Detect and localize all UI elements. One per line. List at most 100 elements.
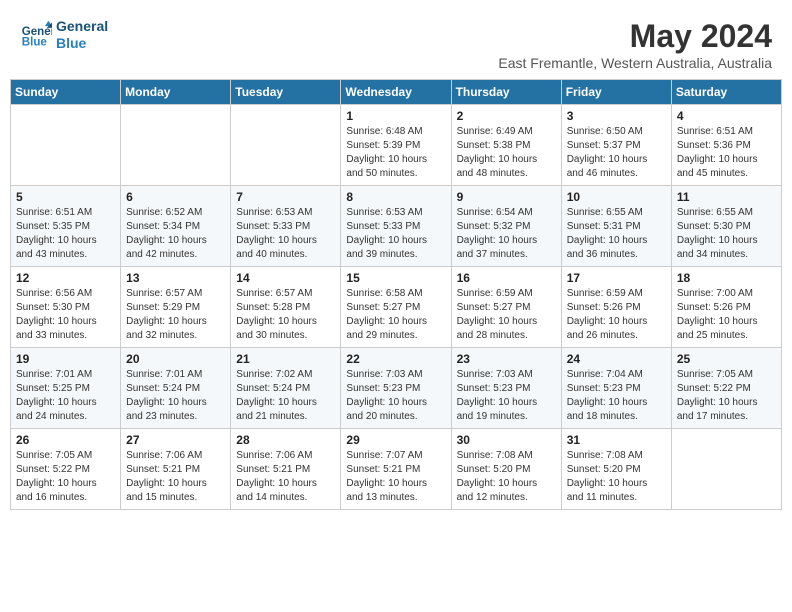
calendar-day-cell: 26 Sunrise: 7:05 AM Sunset: 5:22 PM Dayli… (11, 429, 121, 510)
logo: General Blue General Blue (20, 18, 108, 52)
day-number: 27 (126, 433, 225, 447)
calendar-day-cell (11, 105, 121, 186)
calendar-day-cell: 3Sunrise: 6:50 AM Sunset: 5:37 PM Daylig… (561, 105, 671, 186)
calendar-day-cell: 2 Sunrise: 6:49 AM Sunset: 5:38 PM Daylig… (451, 105, 561, 186)
day-number: 13 (126, 271, 225, 285)
calendar-day-cell: 24 Sunrise: 7:04 AM Sunset: 5:23 PM Dayli… (561, 348, 671, 429)
logo-icon: General Blue (20, 19, 52, 51)
calendar-day-cell: 29Sunrise: 7:07 AM Sunset: 5:21 PM Dayli… (341, 429, 451, 510)
weekday-header-cell: Saturday (671, 80, 781, 105)
calendar-day-cell (671, 429, 781, 510)
day-number: 3 (567, 109, 666, 123)
day-info: Sunrise: 7:06 AM Sunset: 5:21 PM Dayligh… (236, 449, 335, 505)
weekday-header-cell: Thursday (451, 80, 561, 105)
day-number: 19 (16, 352, 115, 366)
calendar-day-cell: 30 Sunrise: 7:08 AM Sunset: 5:20 PM Dayli… (451, 429, 561, 510)
day-info: Sunrise: 7:04 AM Sunset: 5:23 PM Dayligh… (567, 368, 666, 424)
day-info: Sunrise: 7:01 AM Sunset: 5:25 PM Dayligh… (16, 368, 115, 424)
day-number: 6 (126, 190, 225, 204)
title-area: May 2024 East Fremantle, Western Austral… (498, 18, 772, 71)
calendar-day-cell: 14Sunrise: 6:57 AM Sunset: 5:28 PM Dayli… (231, 267, 341, 348)
calendar-day-cell: 11 Sunrise: 6:55 AM Sunset: 5:30 PM Dayli… (671, 186, 781, 267)
day-number: 4 (677, 109, 776, 123)
day-info: Sunrise: 6:48 AM Sunset: 5:39 PM Dayligh… (346, 125, 445, 181)
calendar-day-cell: 19 Sunrise: 7:01 AM Sunset: 5:25 PM Dayli… (11, 348, 121, 429)
day-info: Sunrise: 6:57 AM Sunset: 5:28 PM Dayligh… (236, 287, 335, 343)
day-info: Sunrise: 6:49 AM Sunset: 5:38 PM Dayligh… (457, 125, 556, 181)
calendar-week-row: 19 Sunrise: 7:01 AM Sunset: 5:25 PM Dayli… (11, 348, 782, 429)
calendar-week-row: 5Sunrise: 6:51 AM Sunset: 5:35 PM Daylig… (11, 186, 782, 267)
location-title: East Fremantle, Western Australia, Austr… (498, 55, 772, 71)
calendar-day-cell: 1Sunrise: 6:48 AM Sunset: 5:39 PM Daylig… (341, 105, 451, 186)
calendar-day-cell: 17Sunrise: 6:59 AM Sunset: 5:26 PM Dayli… (561, 267, 671, 348)
day-number: 31 (567, 433, 666, 447)
calendar-week-row: 26 Sunrise: 7:05 AM Sunset: 5:22 PM Dayli… (11, 429, 782, 510)
day-info: Sunrise: 6:56 AM Sunset: 5:30 PM Dayligh… (16, 287, 115, 343)
day-info: Sunrise: 7:08 AM Sunset: 5:20 PM Dayligh… (457, 449, 556, 505)
calendar-day-cell: 15Sunrise: 6:58 AM Sunset: 5:27 PM Dayli… (341, 267, 451, 348)
day-number: 11 (677, 190, 776, 204)
day-number: 30 (457, 433, 556, 447)
weekday-header-cell: Wednesday (341, 80, 451, 105)
day-info: Sunrise: 6:55 AM Sunset: 5:30 PM Dayligh… (677, 206, 776, 262)
day-info: Sunrise: 6:59 AM Sunset: 5:27 PM Dayligh… (457, 287, 556, 343)
day-info: Sunrise: 7:03 AM Sunset: 5:23 PM Dayligh… (346, 368, 445, 424)
calendar-table: SundayMondayTuesdayWednesdayThursdayFrid… (10, 79, 782, 510)
calendar-day-cell: 22Sunrise: 7:03 AM Sunset: 5:23 PM Dayli… (341, 348, 451, 429)
calendar-day-cell: 20 Sunrise: 7:01 AM Sunset: 5:24 PM Dayli… (121, 348, 231, 429)
day-number: 23 (457, 352, 556, 366)
day-number: 15 (346, 271, 445, 285)
month-title: May 2024 (498, 18, 772, 55)
svg-text:Blue: Blue (22, 36, 48, 48)
weekday-header-cell: Friday (561, 80, 671, 105)
calendar-day-cell: 25Sunrise: 7:05 AM Sunset: 5:22 PM Dayli… (671, 348, 781, 429)
day-number: 16 (457, 271, 556, 285)
calendar-day-cell: 8Sunrise: 6:53 AM Sunset: 5:33 PM Daylig… (341, 186, 451, 267)
calendar-day-cell: 13 Sunrise: 6:57 AM Sunset: 5:29 PM Dayli… (121, 267, 231, 348)
calendar-day-cell: 28Sunrise: 7:06 AM Sunset: 5:21 PM Dayli… (231, 429, 341, 510)
calendar-day-cell: 10 Sunrise: 6:55 AM Sunset: 5:31 PM Dayli… (561, 186, 671, 267)
day-info: Sunrise: 7:07 AM Sunset: 5:21 PM Dayligh… (346, 449, 445, 505)
day-info: Sunrise: 6:53 AM Sunset: 5:33 PM Dayligh… (236, 206, 335, 262)
day-info: Sunrise: 7:00 AM Sunset: 5:26 PM Dayligh… (677, 287, 776, 343)
calendar-day-cell: 23 Sunrise: 7:03 AM Sunset: 5:23 PM Dayli… (451, 348, 561, 429)
day-info: Sunrise: 6:55 AM Sunset: 5:31 PM Dayligh… (567, 206, 666, 262)
day-info: Sunrise: 6:51 AM Sunset: 5:36 PM Dayligh… (677, 125, 776, 181)
day-number: 9 (457, 190, 556, 204)
day-info: Sunrise: 6:57 AM Sunset: 5:29 PM Dayligh… (126, 287, 225, 343)
day-number: 2 (457, 109, 556, 123)
calendar-day-cell: 27 Sunrise: 7:06 AM Sunset: 5:21 PM Dayli… (121, 429, 231, 510)
day-number: 20 (126, 352, 225, 366)
calendar-day-cell: 6 Sunrise: 6:52 AM Sunset: 5:34 PM Daylig… (121, 186, 231, 267)
day-number: 25 (677, 352, 776, 366)
calendar-day-cell (231, 105, 341, 186)
calendar-day-cell (121, 105, 231, 186)
day-number: 24 (567, 352, 666, 366)
day-number: 26 (16, 433, 115, 447)
day-info: Sunrise: 6:52 AM Sunset: 5:34 PM Dayligh… (126, 206, 225, 262)
day-number: 10 (567, 190, 666, 204)
logo-line1: General (56, 18, 108, 35)
header: General Blue General Blue May 2024 East … (10, 10, 782, 75)
calendar-day-cell: 18 Sunrise: 7:00 AM Sunset: 5:26 PM Dayli… (671, 267, 781, 348)
day-info: Sunrise: 7:02 AM Sunset: 5:24 PM Dayligh… (236, 368, 335, 424)
weekday-header-cell: Tuesday (231, 80, 341, 105)
calendar-body: 1Sunrise: 6:48 AM Sunset: 5:39 PM Daylig… (11, 105, 782, 510)
day-info: Sunrise: 7:05 AM Sunset: 5:22 PM Dayligh… (16, 449, 115, 505)
day-info: Sunrise: 6:54 AM Sunset: 5:32 PM Dayligh… (457, 206, 556, 262)
calendar-day-cell: 16 Sunrise: 6:59 AM Sunset: 5:27 PM Dayli… (451, 267, 561, 348)
day-number: 18 (677, 271, 776, 285)
day-info: Sunrise: 7:08 AM Sunset: 5:20 PM Dayligh… (567, 449, 666, 505)
weekday-header-cell: Sunday (11, 80, 121, 105)
calendar-day-cell: 7 Sunrise: 6:53 AM Sunset: 5:33 PM Daylig… (231, 186, 341, 267)
calendar-day-cell: 9 Sunrise: 6:54 AM Sunset: 5:32 PM Daylig… (451, 186, 561, 267)
day-info: Sunrise: 7:06 AM Sunset: 5:21 PM Dayligh… (126, 449, 225, 505)
day-number: 17 (567, 271, 666, 285)
day-info: Sunrise: 6:51 AM Sunset: 5:35 PM Dayligh… (16, 206, 115, 262)
weekday-header-row: SundayMondayTuesdayWednesdayThursdayFrid… (11, 80, 782, 105)
day-info: Sunrise: 7:03 AM Sunset: 5:23 PM Dayligh… (457, 368, 556, 424)
day-number: 7 (236, 190, 335, 204)
day-info: Sunrise: 7:01 AM Sunset: 5:24 PM Dayligh… (126, 368, 225, 424)
weekday-header-cell: Monday (121, 80, 231, 105)
calendar-week-row: 1Sunrise: 6:48 AM Sunset: 5:39 PM Daylig… (11, 105, 782, 186)
